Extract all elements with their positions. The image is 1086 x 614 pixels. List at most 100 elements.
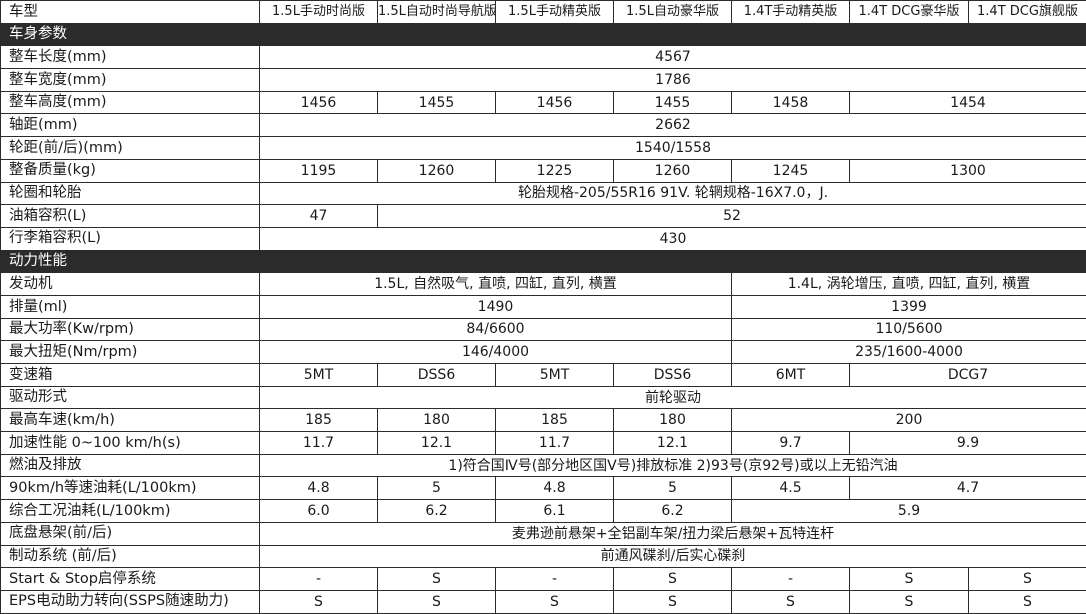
row-value: 1245 [732,159,850,182]
row-value: 1490 [260,295,732,318]
spec-row-track: 轮距(前/后)(mm) 1540/1558 [1,137,1086,160]
row-value: 4.8 [260,477,378,500]
row-value: 2662 [260,114,1086,137]
row-value: S [614,568,732,591]
row-label: 底盘悬架(前/后) [1,522,260,545]
spec-row-width: 整车宽度(mm) 1786 [1,69,1086,92]
row-value: 5MT [260,364,378,387]
row-label: 轮距(前/后)(mm) [1,137,260,160]
row-value: 6.0 [260,500,378,523]
row-value: 1195 [260,159,378,182]
row-value: - [260,568,378,591]
row-value: 4.5 [732,477,850,500]
row-value: 1260 [614,159,732,182]
row-label: 变速箱 [1,364,260,387]
row-value: 1.4L, 涡轮增压, 直喷, 四缸, 直列, 横置 [732,273,1086,296]
row-value: 200 [732,409,1086,432]
spec-row-max-torque: 最大扭矩(Nm/rpm) 146/4000 235/1600-4000 [1,341,1086,364]
row-label: 轴距(mm) [1,114,260,137]
row-value: 1540/1558 [260,137,1086,160]
spec-row-engine: 发动机 1.5L, 自然吸气, 直喷, 四缸, 直列, 横置 1.4L, 涡轮增… [1,273,1086,296]
row-value: 前通风碟刹/后实心碟刹 [260,545,1086,568]
row-value: 5 [378,477,496,500]
row-value: 4.7 [850,477,1086,500]
model-header: 1.4T DCG豪华版 [850,1,969,24]
row-value: 1455 [614,91,732,114]
row-value: S [260,590,378,613]
model-header: 1.4T手动精英版 [732,1,850,24]
row-value: 5MT [496,364,614,387]
row-value: 146/4000 [260,341,732,364]
row-value: 1454 [850,91,1086,114]
row-value: S [378,590,496,613]
model-header: 1.4T DCG旗舰版 [969,1,1086,24]
row-label: 整车长度(mm) [1,46,260,69]
row-value: S [850,590,969,613]
spec-row-trunk: 行李箱容积(L) 430 [1,227,1086,250]
spec-row-fuel-emission: 燃油及排放 1)符合国Ⅳ号(部分地区国Ⅴ号)排放标准 2)93号(京92号)或以… [1,454,1086,477]
row-value: 9.7 [732,432,850,455]
model-header: 1.5L手动精英版 [496,1,614,24]
row-value: 1455 [378,91,496,114]
row-value: 11.7 [260,432,378,455]
spec-row-brakes: 制动系统 (前/后) 前通风碟刹/后实心碟刹 [1,545,1086,568]
row-label: Start & Stop启停系统 [1,568,260,591]
row-label: 行李箱容积(L) [1,227,260,250]
row-value: 1458 [732,91,850,114]
row-label: 燃油及排放 [1,454,260,477]
spec-row-fuel-tank: 油箱容积(L) 47 52 [1,205,1086,228]
row-value: S [614,590,732,613]
spec-row-length: 整车长度(mm) 4567 [1,46,1086,69]
spec-row-wheels: 轮圈和轮胎 轮胎规格-205/55R16 91V. 轮辋规格-16X7.0，J. [1,182,1086,205]
spec-row-transmission: 变速箱 5MT DSS6 5MT DSS6 6MT DCG7 [1,364,1086,387]
row-value: 前轮驱动 [260,386,1086,409]
row-value: 47 [260,205,378,228]
row-value: 1260 [378,159,496,182]
row-value: 1786 [260,69,1086,92]
section-title: 车身参数 [1,23,1086,46]
row-value: 180 [614,409,732,432]
spec-row-start-stop: Start & Stop启停系统 - S - S - S S [1,568,1086,591]
row-label: 整备质量(kg) [1,159,260,182]
row-value: 6.2 [614,500,732,523]
row-value: S [969,590,1086,613]
row-value: 11.7 [496,432,614,455]
row-value: 6.1 [496,500,614,523]
row-value: 轮胎规格-205/55R16 91V. 轮辋规格-16X7.0，J. [260,182,1086,205]
row-label: 最高车速(km/h) [1,409,260,432]
row-value: 6MT [732,364,850,387]
spec-row-consumption-combined: 综合工况油耗(L/100km) 6.0 6.2 6.1 6.2 5.9 [1,500,1086,523]
row-value: DCG7 [850,364,1086,387]
row-value: 185 [260,409,378,432]
row-value: 1456 [496,91,614,114]
row-value: S [969,568,1086,591]
model-header: 1.5L手动时尚版 [260,1,378,24]
row-label: 最大扭矩(Nm/rpm) [1,341,260,364]
row-label: 整车高度(mm) [1,91,260,114]
row-value: S [732,590,850,613]
row-label: 综合工况油耗(L/100km) [1,500,260,523]
table-header-row: 车型 1.5L手动时尚版 1.5L自动时尚导航版 1.5L手动精英版 1.5L自… [1,1,1086,24]
row-value: 235/1600-4000 [732,341,1086,364]
row-value: 6.2 [378,500,496,523]
row-label: 发动机 [1,273,260,296]
row-label: 轮圈和轮胎 [1,182,260,205]
row-label: 制动系统 (前/后) [1,545,260,568]
row-value: 52 [378,205,1086,228]
row-value: 1456 [260,91,378,114]
row-value: 4.8 [496,477,614,500]
row-label: 整车宽度(mm) [1,69,260,92]
row-value: 1300 [850,159,1086,182]
row-value: 麦弗逊前悬架+全铝副车架/扭力梁后悬架+瓦特连杆 [260,522,1086,545]
spec-row-acceleration: 加速性能 0~100 km/h(s) 11.7 12.1 11.7 12.1 9… [1,432,1086,455]
row-value: - [732,568,850,591]
row-value: 1399 [732,295,1086,318]
row-value: 5 [614,477,732,500]
row-label: 排量(ml) [1,295,260,318]
spec-row-eps: EPS电动助力转向(SSPS随速助力) S S S S S S S [1,590,1086,613]
row-value: S [496,590,614,613]
row-value: DSS6 [378,364,496,387]
spec-row-consumption-90: 90km/h等速油耗(L/100km) 4.8 5 4.8 5 4.5 4.7 [1,477,1086,500]
spec-row-top-speed: 最高车速(km/h) 185 180 185 180 200 [1,409,1086,432]
row-label: 90km/h等速油耗(L/100km) [1,477,260,500]
